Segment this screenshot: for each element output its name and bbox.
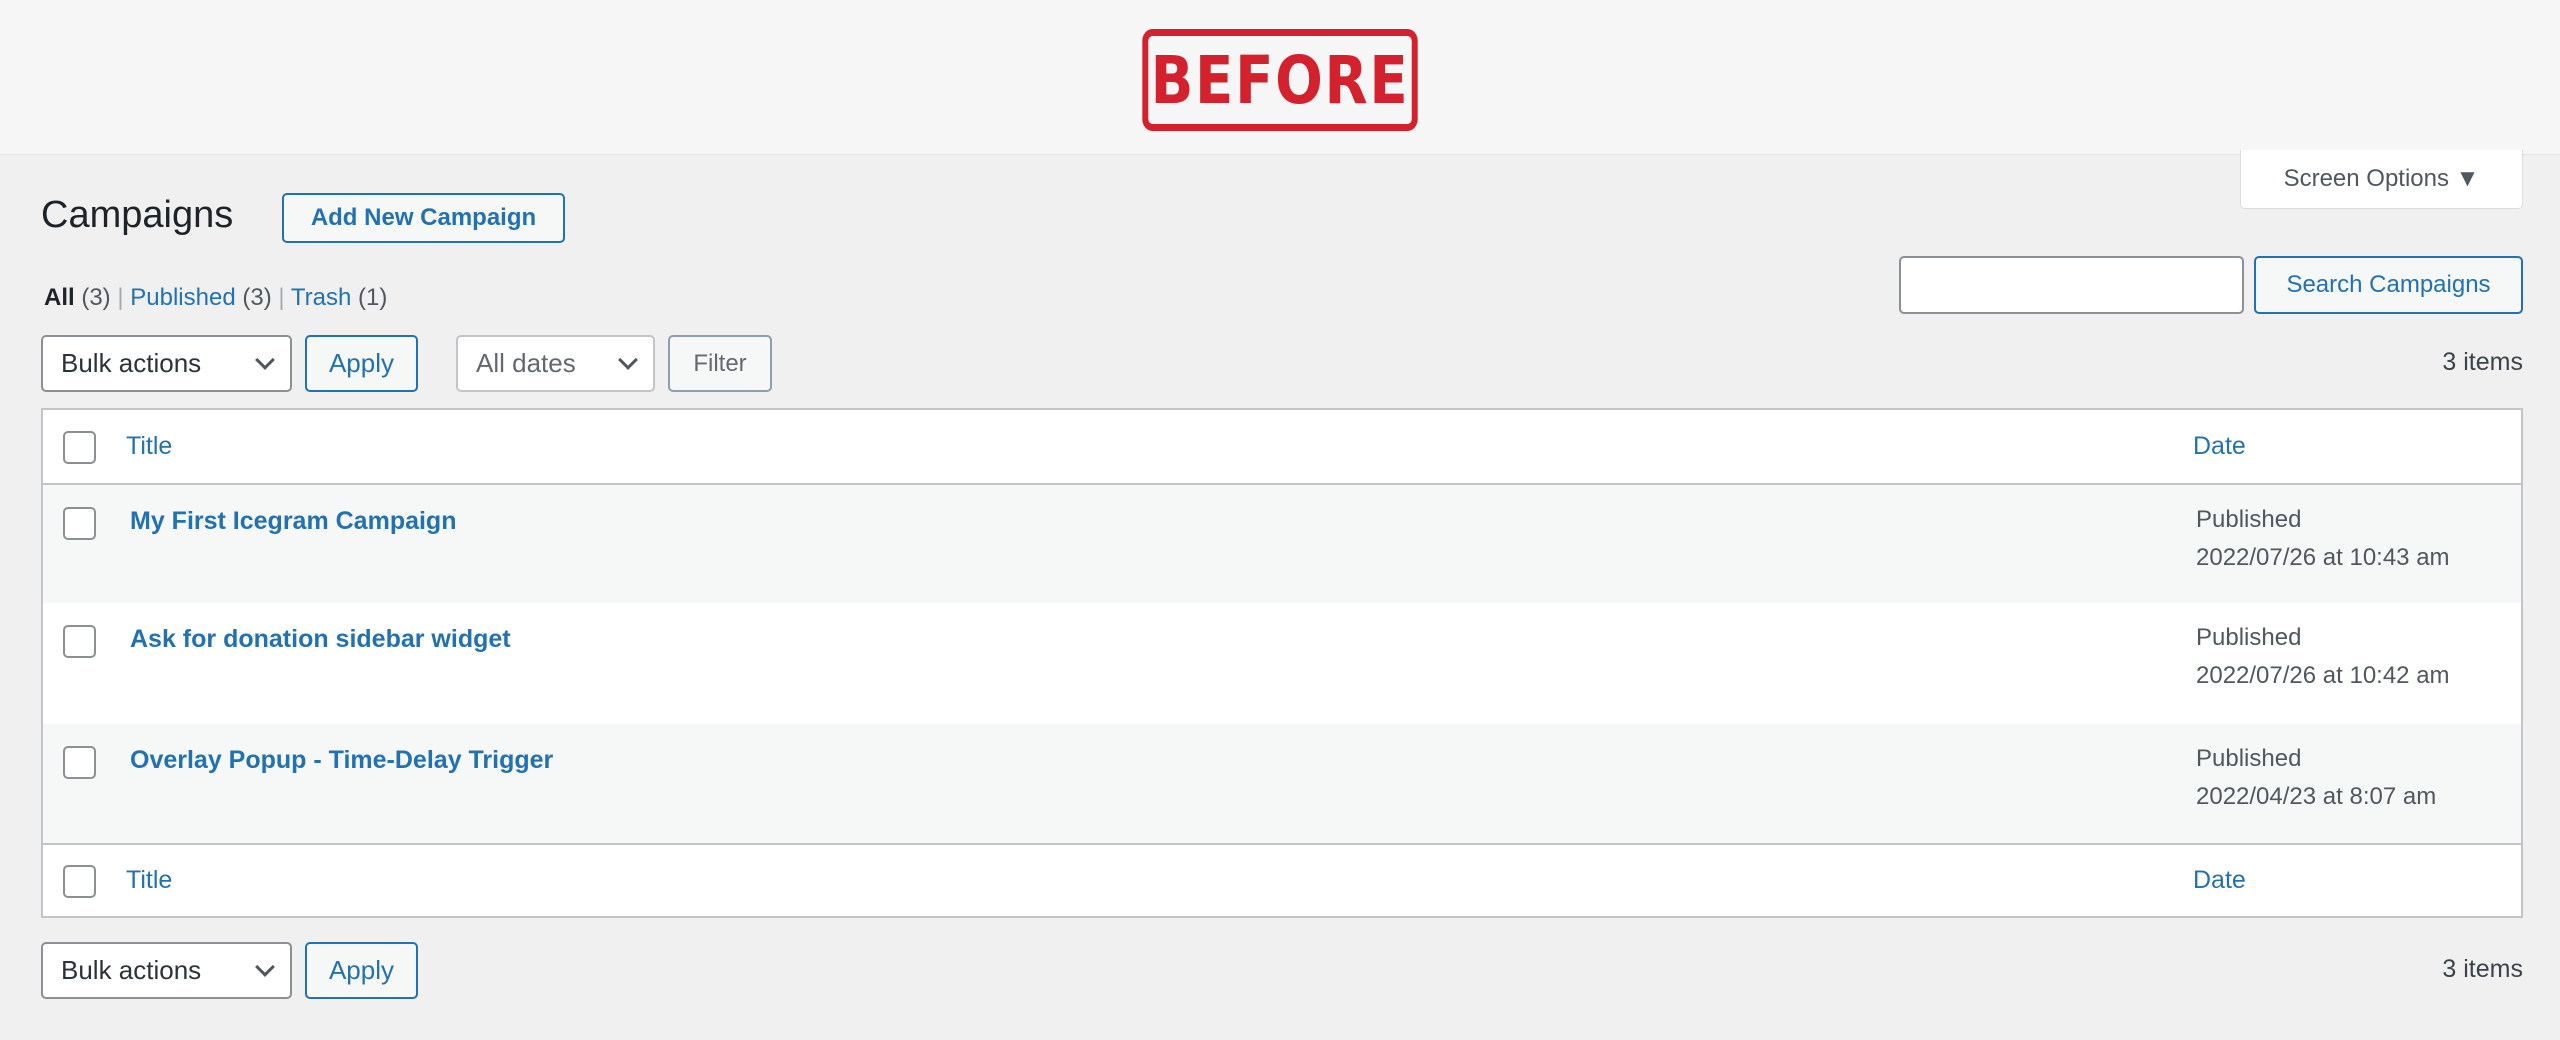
- search-campaigns-button[interactable]: Search Campaigns: [2254, 256, 2523, 314]
- date: 2022/04/23 at 8:07 am: [2196, 783, 2437, 810]
- banner: BEFORE: [0, 0, 2560, 155]
- row-checkbox[interactable]: [63, 746, 96, 779]
- row-date: Published 2022/07/26 at 10:42 am: [2196, 619, 2450, 695]
- select-all-checkbox[interactable]: [63, 865, 96, 898]
- search-input[interactable]: [1899, 256, 2244, 314]
- items-count: 3 items: [2442, 348, 2523, 376]
- dates-select[interactable]: All dates: [456, 335, 655, 392]
- date: 2022/07/26 at 10:42 am: [2196, 662, 2450, 689]
- before-stamp: BEFORE: [1142, 29, 1418, 131]
- column-title[interactable]: Title: [126, 432, 172, 461]
- column-date[interactable]: Date: [2193, 432, 2246, 461]
- status: Published: [2196, 624, 2302, 651]
- items-count-bottom: 3 items: [2442, 955, 2523, 983]
- filter-button[interactable]: Filter: [668, 335, 772, 392]
- table-header: Title Date: [43, 410, 2521, 485]
- bulk-actions-select[interactable]: Bulk actions: [41, 335, 292, 392]
- campaign-title-link[interactable]: My First Icegram Campaign: [130, 507, 456, 536]
- chevron-down-icon: [255, 349, 275, 370]
- view-all-count: (3): [81, 284, 111, 311]
- view-filters: All (3) | Published (3) | Trash (1): [44, 284, 387, 312]
- table-footer: Title Date: [43, 845, 2521, 918]
- screen-options-button[interactable]: Screen Options ▼: [2240, 150, 2523, 209]
- add-new-campaign-button[interactable]: Add New Campaign: [282, 193, 565, 243]
- date: 2022/07/26 at 10:43 am: [2196, 544, 2450, 571]
- view-published-count: (3): [242, 284, 272, 311]
- row-checkbox[interactable]: [63, 625, 96, 658]
- bulk-actions-select-bottom[interactable]: Bulk actions: [41, 942, 292, 999]
- campaign-title-link[interactable]: Overlay Popup - Time-Delay Trigger: [130, 746, 553, 775]
- table-row: Ask for donation sidebar widget Publishe…: [43, 603, 2521, 724]
- table-row: My First Icegram Campaign Published 2022/…: [43, 485, 2521, 603]
- campaign-title-link[interactable]: Ask for donation sidebar widget: [130, 625, 511, 654]
- page-title: Campaigns: [41, 194, 234, 236]
- row-date: Published 2022/04/23 at 8:07 am: [2196, 740, 2436, 816]
- dates-label: All dates: [476, 348, 576, 378]
- separator: |: [117, 284, 131, 311]
- bulk-actions-label: Bulk actions: [61, 955, 202, 985]
- table-row: Overlay Popup - Time-Delay Trigger Publi…: [43, 724, 2521, 845]
- view-all[interactable]: All: [44, 284, 75, 311]
- view-trash-count: (1): [357, 284, 388, 311]
- apply-button-bottom[interactable]: Apply: [305, 942, 418, 999]
- apply-button[interactable]: Apply: [305, 335, 418, 392]
- select-all-checkbox[interactable]: [63, 431, 96, 464]
- status: Published: [2196, 745, 2302, 772]
- row-checkbox[interactable]: [63, 507, 96, 540]
- status: Published: [2196, 506, 2302, 533]
- view-published[interactable]: Published: [130, 284, 235, 311]
- chevron-down-icon: [618, 349, 638, 370]
- column-title[interactable]: Title: [126, 866, 172, 895]
- row-date: Published 2022/07/26 at 10:43 am: [2196, 501, 2450, 577]
- column-date[interactable]: Date: [2193, 866, 2246, 895]
- bulk-actions-label: Bulk actions: [61, 348, 202, 378]
- campaigns-table: Title Date My First Icegram Campaign Pub…: [41, 408, 2523, 918]
- separator: |: [278, 284, 291, 311]
- chevron-down-icon: [255, 956, 275, 977]
- view-trash[interactable]: Trash: [291, 284, 351, 311]
